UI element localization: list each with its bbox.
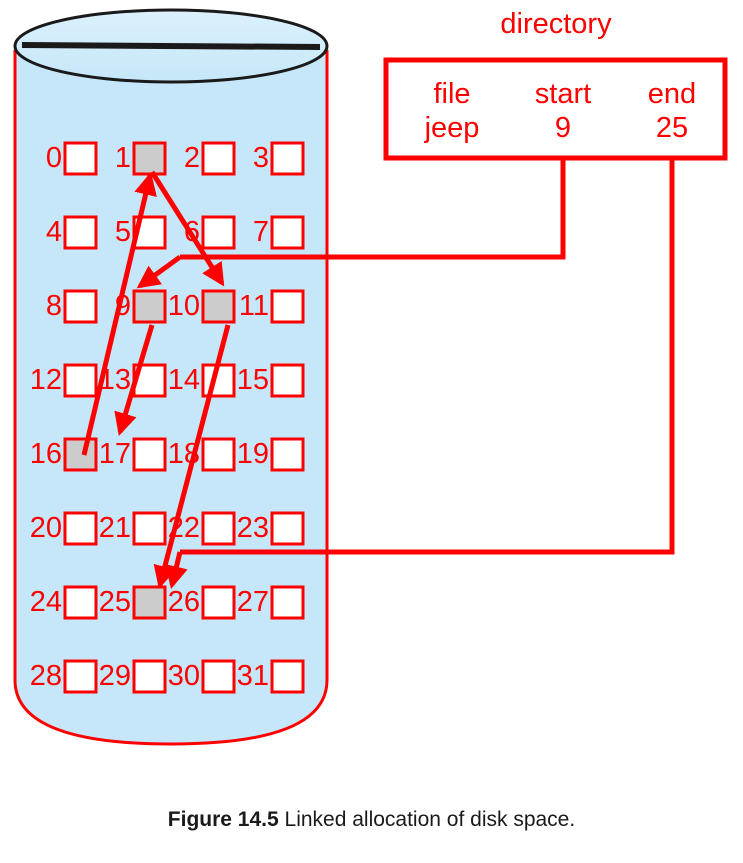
figure-caption-text: Linked allocation of disk space. [284,808,576,831]
disk-block-19-free [270,437,305,472]
block-label-30: 30 [168,660,200,692]
block-label-10: 10 [168,290,200,322]
disk-block-25-allocated [132,585,167,620]
block-label-25: 25 [99,586,131,618]
directory-cell-end-value: 25 [656,112,688,144]
block-label-11: 11 [239,290,269,322]
directory-cell-file-jeep: jeep [424,112,480,144]
disk-block-1-allocated [132,141,167,176]
block-label-26: 26 [168,586,200,618]
block-label-17: 17 [99,438,131,470]
figure-linked-allocation: 0123456789101112131415161718192021222324… [0,0,743,863]
directory-title: directory [500,8,612,40]
diagram-canvas: 0123456789101112131415161718192021222324… [13,8,728,746]
block-label-5: 5 [115,216,131,248]
disk-block-8-free [63,289,98,324]
block-label-21: 21 [99,512,131,544]
block-label-15: 15 [237,364,269,396]
block-label-1: 1 [115,142,131,174]
directory-header-end: end [648,78,696,110]
block-label-2: 2 [184,142,200,174]
disk-block-2-free [201,141,236,176]
block-label-14: 14 [168,364,200,396]
block-label-27: 27 [237,586,269,618]
disk-block-20-free [63,511,98,546]
disk-block-3-free [270,141,305,176]
directory-header-file: file [433,78,470,110]
block-label-8: 8 [46,290,62,322]
directory-table: directory file start end jeep 9 25 [383,8,728,161]
disk-block-24-free [63,585,98,620]
block-label-31: 31 [237,660,269,692]
block-label-19: 19 [237,438,269,470]
disk-block-4-free [63,215,98,250]
disk-block-27-free [270,585,305,620]
disk-block-22-free [201,511,236,546]
disk-block-30-free [201,659,236,694]
disk-block-10-allocated [201,289,236,324]
block-label-28: 28 [30,660,62,692]
block-label-0: 0 [46,142,62,174]
block-label-24: 24 [30,586,62,618]
disk-block-21-free [132,511,167,546]
block-label-23: 23 [237,512,269,544]
disk-block-7-free [270,215,305,250]
disk-block-0-free [63,141,98,176]
block-label-7: 7 [253,216,269,248]
block-label-3: 3 [253,142,269,174]
disk-block-9-allocated [132,289,167,324]
disk-block-18-free [201,437,236,472]
disk-block-11-free [270,289,305,324]
disk-block-29-free [132,659,167,694]
disk-block-23-free [270,511,305,546]
cylinder-top-chord [21,42,321,50]
block-label-4: 4 [46,216,62,248]
block-label-29: 29 [99,660,131,692]
disk-block-15-free [270,363,305,398]
disk-block-12-free [63,363,98,398]
directory-header-start: start [535,78,591,110]
figure-caption-label: Figure 14.5 [167,808,279,831]
disk-block-17-free [132,437,167,472]
block-label-20: 20 [30,512,62,544]
disk-block-28-free [63,659,98,694]
disk-block-26-free [201,585,236,620]
disk-block-31-free [270,659,305,694]
disk-block-6-free [201,215,236,250]
block-label-16: 16 [30,438,62,470]
disk-block-16-allocated [63,437,98,472]
figure-caption: Figure 14.5 Linked allocation of disk sp… [0,795,743,845]
directory-cell-start-value: 9 [555,112,571,144]
block-label-12: 12 [30,364,62,396]
